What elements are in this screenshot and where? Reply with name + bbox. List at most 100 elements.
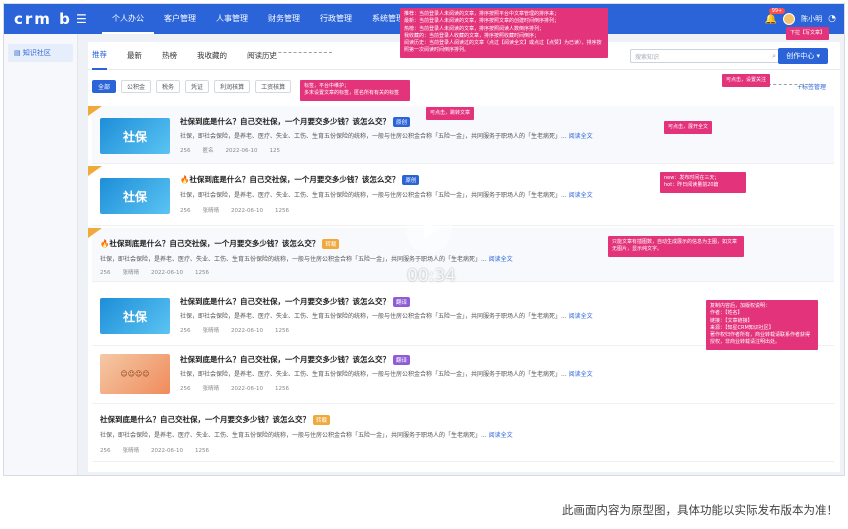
article-tag: 翻译 bbox=[393, 355, 411, 365]
publish-date: 2022-06-10 bbox=[231, 208, 263, 214]
help-icon[interactable]: ◔ bbox=[828, 14, 836, 24]
article-title[interactable]: 社保到底是什么？自己交社保，一个月要交多少钱？该怎么交？ 原创 bbox=[180, 116, 411, 127]
read-more-link[interactable]: 阅读全文 bbox=[489, 432, 513, 439]
bell-icon[interactable]: 🔔 99+ bbox=[765, 7, 786, 25]
sidebar: ▤ 知识社区 bbox=[4, 34, 78, 475]
filter-chip-voucher[interactable]: 凭证 bbox=[185, 80, 210, 93]
notification-badge: 99+ bbox=[768, 7, 786, 14]
article-meta: 256 张晴晴 2022-06-10 1256 bbox=[180, 326, 301, 334]
author-name: 张晴晴 bbox=[122, 270, 140, 276]
annotation-thumb-note: 只能文章有插图数，自动生成展示的信息为主图，如文章无图片，显示纯文字。 bbox=[608, 236, 744, 257]
views-count: 256 bbox=[180, 328, 191, 334]
filter-chip-tax[interactable]: 税务 bbox=[156, 80, 181, 93]
article-thumbnail[interactable]: 社保 bbox=[100, 178, 170, 214]
create-center-button[interactable]: 创作中心 ▾ bbox=[778, 48, 828, 64]
annotation-tabs-note: 推荐：当前登录人未阅读的文章，排序按照平台中文章管理的排序来； 最新：当前登录人… bbox=[400, 8, 608, 58]
excerpt-text: 社保，即社会保险，是养老、医疗、失业、工伤、生育五份保险的统称，一般与住房公积金… bbox=[100, 256, 487, 263]
article-title-text: 社保到底是什么？自己交社保，一个月要交多少钱？该怎么交？ bbox=[180, 297, 390, 306]
annotation-more-note: 可点击，展开全文 bbox=[664, 121, 713, 135]
like-count[interactable]: 125 bbox=[269, 148, 280, 154]
article-meta: 256 匿名 2022-06-10 125 bbox=[180, 146, 292, 154]
search-icon[interactable]: ⌕ bbox=[772, 52, 776, 61]
article-tag: 转载 bbox=[313, 415, 331, 425]
article-excerpt: 社保，即社会保险，是养老、医疗、失业、工伤、生育五份保险的统称，一般与住房公积金… bbox=[180, 190, 593, 199]
article-thumbnail[interactable]: ☺☺☺☺ bbox=[100, 354, 170, 394]
article-tag: 翻译 bbox=[393, 297, 411, 307]
nav-customer[interactable]: 客户管理 bbox=[154, 4, 206, 34]
article-meta: 256 张晴晴 2022-06-10 1256 bbox=[100, 268, 221, 276]
annotation-filter-note: 标签，平台中维护； 多末设置文章的标签，匿名所有有关的标签 bbox=[300, 80, 410, 101]
like-count[interactable]: 1256 bbox=[275, 386, 289, 392]
nav-finance[interactable]: 财务管理 bbox=[258, 4, 310, 34]
article-title[interactable]: 🔥社保到底是什么？自己交社保，一个月要交多少钱？该怎么交？ 原创 bbox=[180, 174, 420, 185]
views-count: 256 bbox=[100, 448, 111, 454]
read-more-link[interactable]: 阅读全文 bbox=[569, 371, 593, 378]
sidebar-item-label: 知识社区 bbox=[22, 49, 51, 57]
article-thumbnail[interactable]: 社保 bbox=[100, 298, 170, 334]
pinned-corner bbox=[88, 106, 102, 116]
article-meta: 256 张晴晴 2022-06-10 1256 bbox=[180, 206, 301, 214]
author-name: 匿名 bbox=[202, 148, 214, 154]
annotation-connector bbox=[768, 84, 808, 85]
tab-recommend[interactable]: 推荐 bbox=[92, 41, 107, 70]
article-title[interactable]: 🔥社保到底是什么？自己交社保，一个月要交多少钱？该怎么交？ 转载 bbox=[100, 238, 340, 249]
article-thumbnail[interactable]: 社保 bbox=[100, 118, 170, 154]
article-title[interactable]: 社保到底是什么？自己交社保，一个月要交多少钱？该怎么交？ 翻译 bbox=[180, 296, 411, 307]
filter-chip-salary[interactable]: 工资核算 bbox=[255, 80, 292, 93]
search-input[interactable]: 搜索知识 bbox=[630, 49, 780, 63]
read-more-link[interactable]: 阅读全文 bbox=[569, 133, 593, 140]
excerpt-text: 社保，即社会保险，是养老、医疗、失业、工伤、生育五份保险的统称，一般与住房公积金… bbox=[180, 133, 567, 140]
like-count[interactable]: 1256 bbox=[275, 208, 289, 214]
tab-history[interactable]: 阅读历史 bbox=[247, 42, 277, 69]
nav-personal[interactable]: 个人办公 bbox=[102, 4, 154, 34]
hot-icon: 🔥 bbox=[180, 175, 190, 184]
like-count[interactable]: 1256 bbox=[195, 448, 209, 454]
like-count[interactable]: 1256 bbox=[195, 270, 209, 276]
article-excerpt: 社保，即社会保险，是养老、医疗、失业、工伤、生育五份保险的统称，一般与住房公积金… bbox=[180, 131, 593, 140]
play-triangle bbox=[424, 221, 438, 239]
author-name: 张晴晴 bbox=[202, 208, 220, 214]
article-excerpt: 社保，即社会保险，是养老、医疗、失业、工伤、生育五份保险的统称，一般与住房公积金… bbox=[180, 311, 593, 320]
filter-chip-fund[interactable]: 公积金 bbox=[121, 80, 152, 93]
annotation-draft-note: 下拉【写文章】 bbox=[786, 27, 830, 41]
nav-admin[interactable]: 行政管理 bbox=[310, 4, 362, 34]
article-meta: 256 张晴晴 2022-06-10 1256 bbox=[100, 446, 221, 454]
views-count: 256 bbox=[180, 148, 191, 154]
nav-hr[interactable]: 人事管理 bbox=[206, 4, 258, 34]
tab-hot[interactable]: 热榜 bbox=[162, 42, 177, 69]
read-more-link[interactable]: 阅读全文 bbox=[569, 192, 593, 199]
play-icon[interactable] bbox=[406, 207, 452, 253]
tag-manage-label: 标签管理 bbox=[801, 84, 826, 91]
article-title-text: 社保到底是什么？自己交社保，一个月要交多少钱？该怎么交？ bbox=[100, 415, 310, 424]
annotation-tagmgr-note: 可点击，设置关注 bbox=[722, 74, 771, 88]
author-name: 张晴晴 bbox=[202, 386, 220, 392]
article-excerpt: 社保，即社会保险，是养老、医疗、失业、工伤、生育五份保险的统称，一般与住房公积金… bbox=[100, 430, 513, 439]
author-name: 张晴晴 bbox=[202, 328, 220, 334]
username[interactable]: 陈小明 bbox=[801, 14, 822, 24]
filter-chip-profit[interactable]: 利润核算 bbox=[214, 80, 251, 93]
author-name: 张晴晴 bbox=[122, 448, 140, 454]
article-title[interactable]: 社保到底是什么？自己交社保，一个月要交多少钱？该怎么交？ 转载 bbox=[100, 414, 331, 425]
like-count[interactable]: 1256 bbox=[275, 328, 289, 334]
excerpt-text: 社保，即社会保险，是养老、医疗、失业、工伤、生育五份保险的统称，一般与住房公积金… bbox=[180, 313, 567, 320]
sidebar-item-knowledge[interactable]: ▤ 知识社区 bbox=[8, 44, 73, 62]
publish-date: 2022-06-10 bbox=[231, 328, 263, 334]
app-logo: crm b bbox=[14, 10, 72, 28]
article-title[interactable]: 社保到底是什么？自己交社保，一个月要交多少钱？该怎么交？ 翻译 bbox=[180, 354, 411, 365]
article-excerpt: 社保，即社会保险，是养老、医疗、失业、工伤、生育五份保险的统称，一般与住房公积金… bbox=[180, 369, 593, 378]
tab-favorites[interactable]: 我收藏的 bbox=[197, 42, 227, 69]
publish-date: 2022-06-10 bbox=[225, 148, 258, 154]
list-item: ☺☺☺☺ 社保到底是什么？自己交社保，一个月要交多少钱？该怎么交？ 翻译 社保，即… bbox=[92, 348, 834, 404]
publish-date: 2022-06-10 bbox=[231, 386, 263, 392]
read-more-link[interactable]: 阅读全文 bbox=[569, 313, 593, 320]
menu-toggle-icon[interactable]: ☰ bbox=[76, 12, 87, 26]
filter-chip-all[interactable]: 全部 bbox=[92, 80, 117, 93]
excerpt-text: 社保，即社会保险，是养老、医疗、失业、工伤、生育五份保险的统称，一般与住房公积金… bbox=[180, 192, 567, 199]
avatar[interactable] bbox=[783, 13, 796, 25]
read-more-link[interactable]: 阅读全文 bbox=[489, 256, 513, 263]
tab-latest[interactable]: 最新 bbox=[127, 42, 142, 69]
create-center-label: 创作中心 bbox=[786, 52, 815, 60]
footer-disclaimer: 此画面内容为原型图，具体功能以实际发布版本为准！ bbox=[562, 503, 838, 517]
list-item: 社保到底是什么？自己交社保，一个月要交多少钱？该怎么交？ 转载 社保，即社会保险，… bbox=[92, 406, 834, 462]
article-title-text: 社保到底是什么？自己交社保，一个月要交多少钱？该怎么交？ bbox=[109, 239, 320, 248]
